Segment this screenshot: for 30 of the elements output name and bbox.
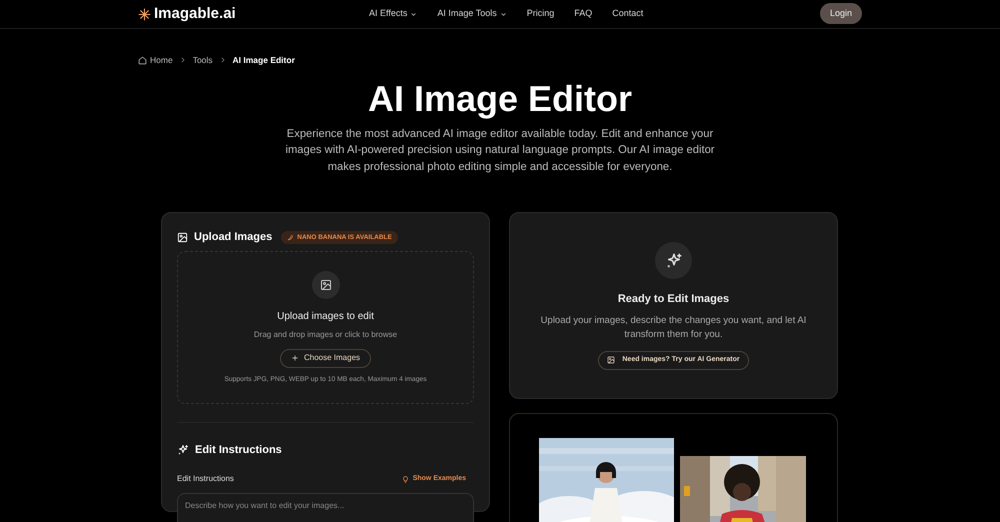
logo-icon [138,8,151,20]
image-icon [320,278,332,291]
login-button[interactable]: Login [820,3,862,24]
instructions-input[interactable]: Describe how you want to edit your images... [177,493,474,522]
status-text: Upload your images, describe the changes you want, and let AI transform them for you. [540,314,808,342]
section-title: Upload Images [194,230,272,246]
plus-icon [290,354,299,362]
nav-link[interactable]: AI Effects [369,7,418,21]
choose-images-button[interactable]: Choose Images [280,348,372,368]
nav-link[interactable]: FAQ [574,7,592,21]
image-icon [607,356,616,364]
field-label: Edit Instructions [177,473,234,486]
lightbulb-icon [402,476,409,483]
upload-heading: Upload images to edit [277,310,374,324]
section-title: Edit Instructions [195,442,282,458]
home-icon [138,56,147,65]
status-title: Ready to Edit Images [618,292,730,308]
upload-hint: Drag and drop images or click to browse [254,328,398,341]
nav-link[interactable]: AI Image Tools [437,7,507,21]
breadcrumb-link[interactable]: AI Image Editor [232,54,295,67]
page-title: AI Image Editor [366,76,634,121]
image-icon [177,232,188,243]
nav-link[interactable]: Contact [612,7,644,21]
sparkle-icon [664,252,682,270]
breadcrumb-link[interactable]: Tools [192,54,213,67]
hero-description: Experience the most advanced AI image editor available today. Edit and enhance your images with AI-powered precision using natural language prompts. Our AI image editor makes professional photo editing simple and accessible for everyone. [284,126,716,175]
sparkle-icon [177,444,189,456]
breadcrumb-link[interactable]: Home [138,54,173,67]
nav-link[interactable]: Pricing [526,7,554,21]
logo-text[interactable]: Imagable.ai [154,2,236,26]
